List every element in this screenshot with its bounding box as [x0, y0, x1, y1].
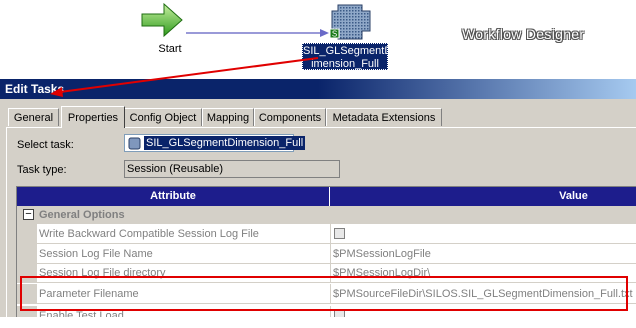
annotation-arrow	[50, 57, 319, 97]
tab-properties[interactable]: Properties	[61, 106, 125, 128]
